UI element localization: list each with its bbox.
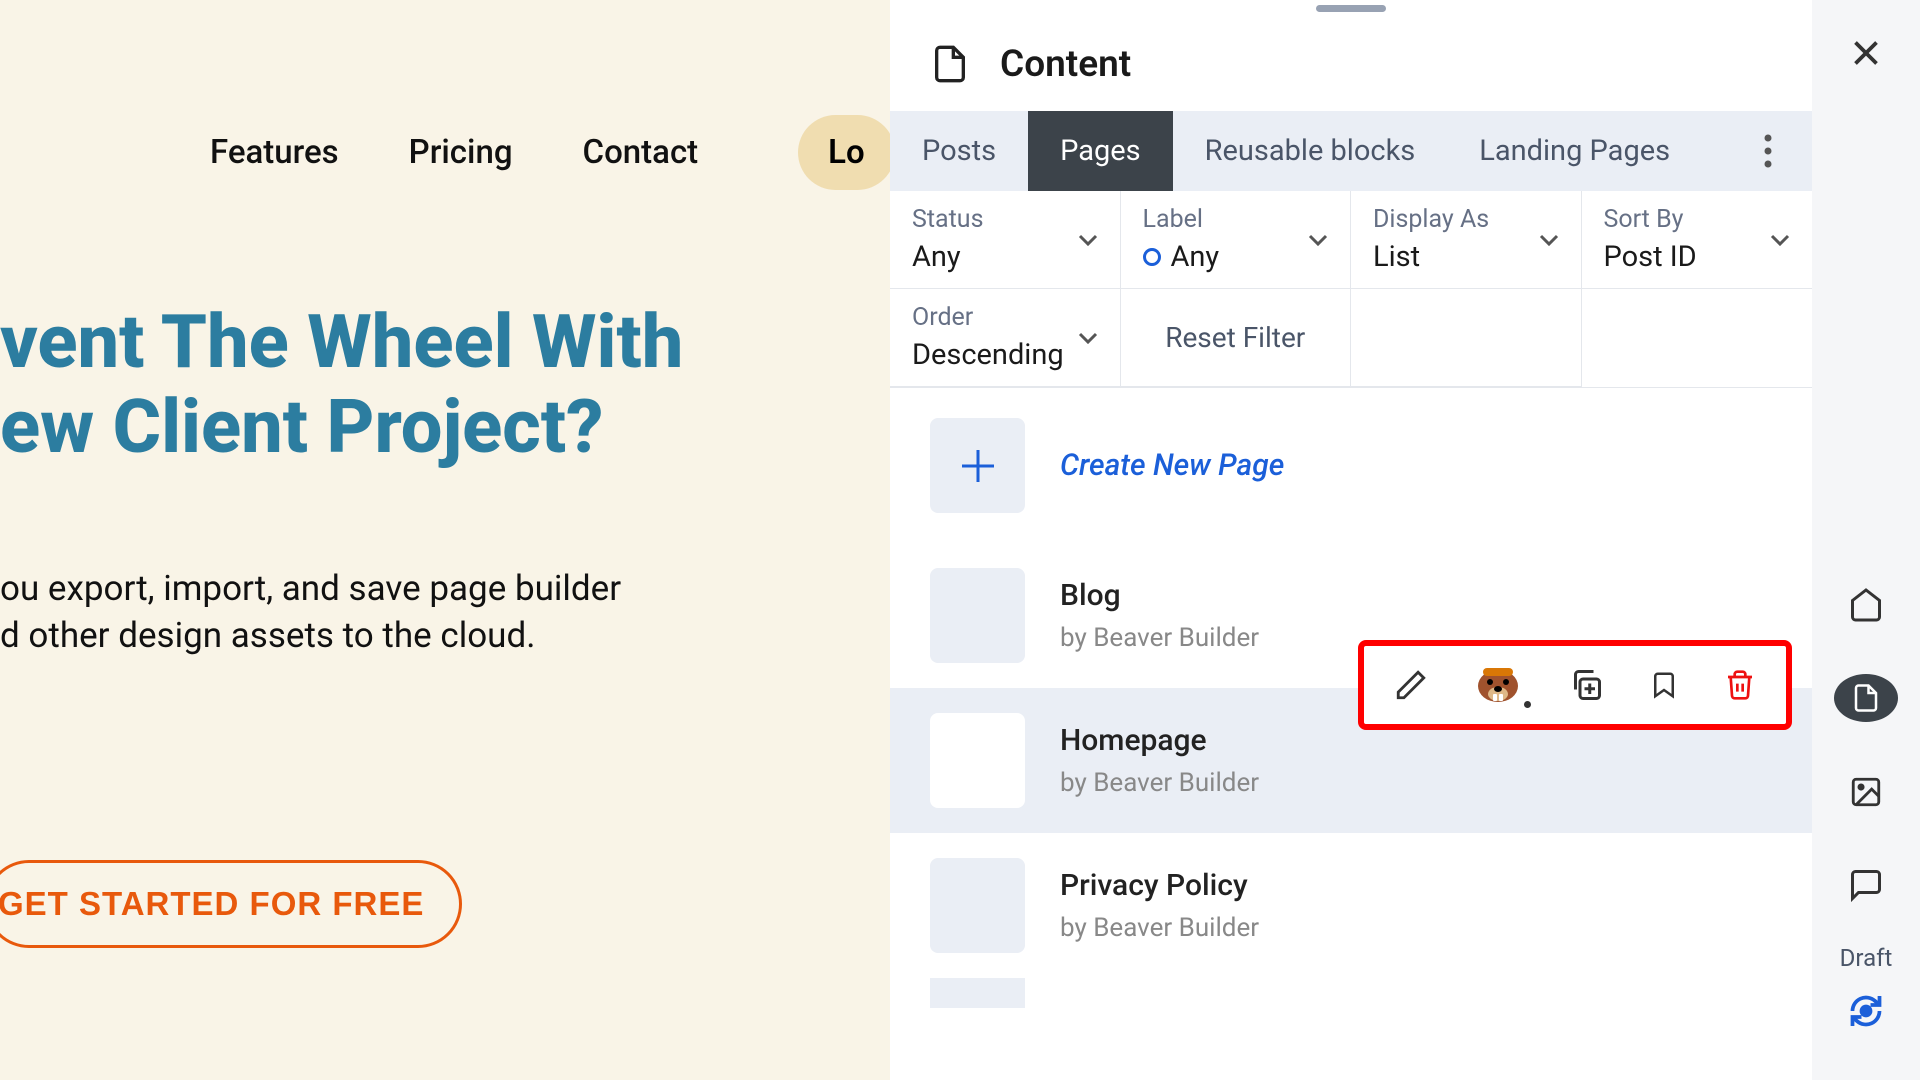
filter-sort-value: Post ID bbox=[1604, 240, 1791, 274]
filter-sort-label: Sort By bbox=[1604, 205, 1791, 234]
page-icon bbox=[930, 42, 970, 86]
tab-reusable[interactable]: Reusable blocks bbox=[1173, 111, 1448, 191]
reset-filter-button[interactable]: Reset Filter bbox=[1121, 289, 1352, 387]
content-panel: Content Posts Pages Reusable blocks Land… bbox=[890, 0, 1812, 1080]
nav-contact[interactable]: Contact bbox=[583, 133, 699, 172]
media-icon[interactable] bbox=[1834, 767, 1898, 815]
nav-login-button[interactable]: Lo bbox=[798, 115, 890, 190]
filter-label-label: Label bbox=[1143, 205, 1329, 234]
tabs-more-icon[interactable] bbox=[1724, 134, 1812, 168]
tabs: Posts Pages Reusable blocks Landing Page… bbox=[890, 111, 1812, 191]
chevron-down-icon bbox=[1078, 332, 1098, 344]
cta-button[interactable]: GET STARTED FOR FREE bbox=[0, 860, 462, 948]
chevron-down-icon bbox=[1308, 234, 1328, 246]
home-icon[interactable] bbox=[1834, 581, 1898, 629]
subheadline: ou export, import, and save page builder… bbox=[0, 565, 890, 660]
filter-label[interactable]: Label Any bbox=[1121, 191, 1352, 289]
filters: Status Any Label Any Display As List Sor… bbox=[890, 191, 1812, 388]
chevron-down-icon bbox=[1539, 234, 1559, 246]
filter-order-value: Descending bbox=[912, 338, 1098, 372]
page-thumbnail bbox=[930, 978, 1025, 1008]
create-new-page-button[interactable] bbox=[930, 418, 1025, 513]
filter-status-value: Any bbox=[912, 240, 1098, 274]
page-item-author: by Beaver Builder bbox=[1060, 913, 1259, 943]
background-website: Features Pricing Contact Lo vent The Whe… bbox=[0, 0, 890, 1080]
drag-handle[interactable] bbox=[1316, 5, 1386, 12]
nav-features[interactable]: Features bbox=[210, 133, 339, 172]
delete-icon[interactable] bbox=[1724, 666, 1756, 704]
page-list-item[interactable]: Homepage by Beaver Builder bbox=[890, 688, 1812, 833]
filter-sort-by[interactable]: Sort By Post ID bbox=[1582, 191, 1813, 289]
filter-status-label: Status bbox=[912, 205, 1098, 234]
close-icon[interactable] bbox=[1848, 35, 1884, 71]
sub-line1: ou export, import, and save page builder bbox=[0, 565, 890, 612]
page-thumbnail bbox=[930, 858, 1025, 953]
create-new-page-label: Create New Page bbox=[1060, 448, 1284, 483]
headline: vent The Wheel With ew Client Project? bbox=[0, 300, 890, 470]
duplicate-icon[interactable] bbox=[1568, 667, 1604, 703]
radio-icon bbox=[1143, 248, 1161, 266]
page-item-title: Blog bbox=[1060, 578, 1259, 613]
page-item-title: Homepage bbox=[1060, 723, 1259, 758]
headline-line1: vent The Wheel With bbox=[0, 300, 890, 385]
page-list-item[interactable] bbox=[890, 978, 1812, 1008]
headline-line2: ew Client Project? bbox=[0, 385, 890, 470]
filter-display-value: List bbox=[1373, 240, 1559, 274]
page-item-author: by Beaver Builder bbox=[1060, 623, 1259, 653]
draft-label: Draft bbox=[1840, 944, 1893, 972]
tab-posts[interactable]: Posts bbox=[890, 111, 1028, 191]
page-item-title: Privacy Policy bbox=[1060, 868, 1259, 903]
filter-display-label: Display As bbox=[1373, 205, 1559, 234]
right-sidebar: Draft bbox=[1812, 0, 1920, 1080]
tab-landing[interactable]: Landing Pages bbox=[1447, 111, 1702, 191]
background-nav: Features Pricing Contact Lo bbox=[210, 115, 890, 190]
create-new-page-row[interactable]: Create New Page bbox=[890, 388, 1812, 543]
filter-label-value: Any bbox=[1143, 240, 1329, 274]
panel-title: Content bbox=[1000, 43, 1131, 86]
bookmark-icon[interactable] bbox=[1649, 666, 1679, 704]
chevron-down-icon bbox=[1078, 234, 1098, 246]
tab-pages[interactable]: Pages bbox=[1028, 111, 1173, 191]
sync-icon[interactable] bbox=[1834, 987, 1898, 1035]
page-thumbnail bbox=[930, 713, 1025, 808]
page-actions-toolbar bbox=[1358, 640, 1792, 730]
page-list-item[interactable]: Privacy Policy by Beaver Builder bbox=[890, 833, 1812, 978]
edit-icon[interactable] bbox=[1394, 668, 1428, 702]
comments-icon[interactable] bbox=[1834, 861, 1898, 909]
sub-line2: d other design assets to the cloud. bbox=[0, 612, 890, 659]
page-thumbnail bbox=[930, 568, 1025, 663]
filter-status[interactable]: Status Any bbox=[890, 191, 1121, 289]
filter-order[interactable]: Order Descending bbox=[890, 289, 1121, 387]
panel-header: Content bbox=[890, 12, 1812, 111]
filter-order-label: Order bbox=[912, 303, 1098, 332]
nav-pricing[interactable]: Pricing bbox=[409, 133, 513, 172]
beaver-builder-icon[interactable] bbox=[1473, 664, 1523, 706]
filter-display-as[interactable]: Display As List bbox=[1351, 191, 1582, 289]
content-icon[interactable] bbox=[1834, 674, 1898, 722]
chevron-down-icon bbox=[1770, 234, 1790, 246]
page-item-author: by Beaver Builder bbox=[1060, 768, 1259, 798]
